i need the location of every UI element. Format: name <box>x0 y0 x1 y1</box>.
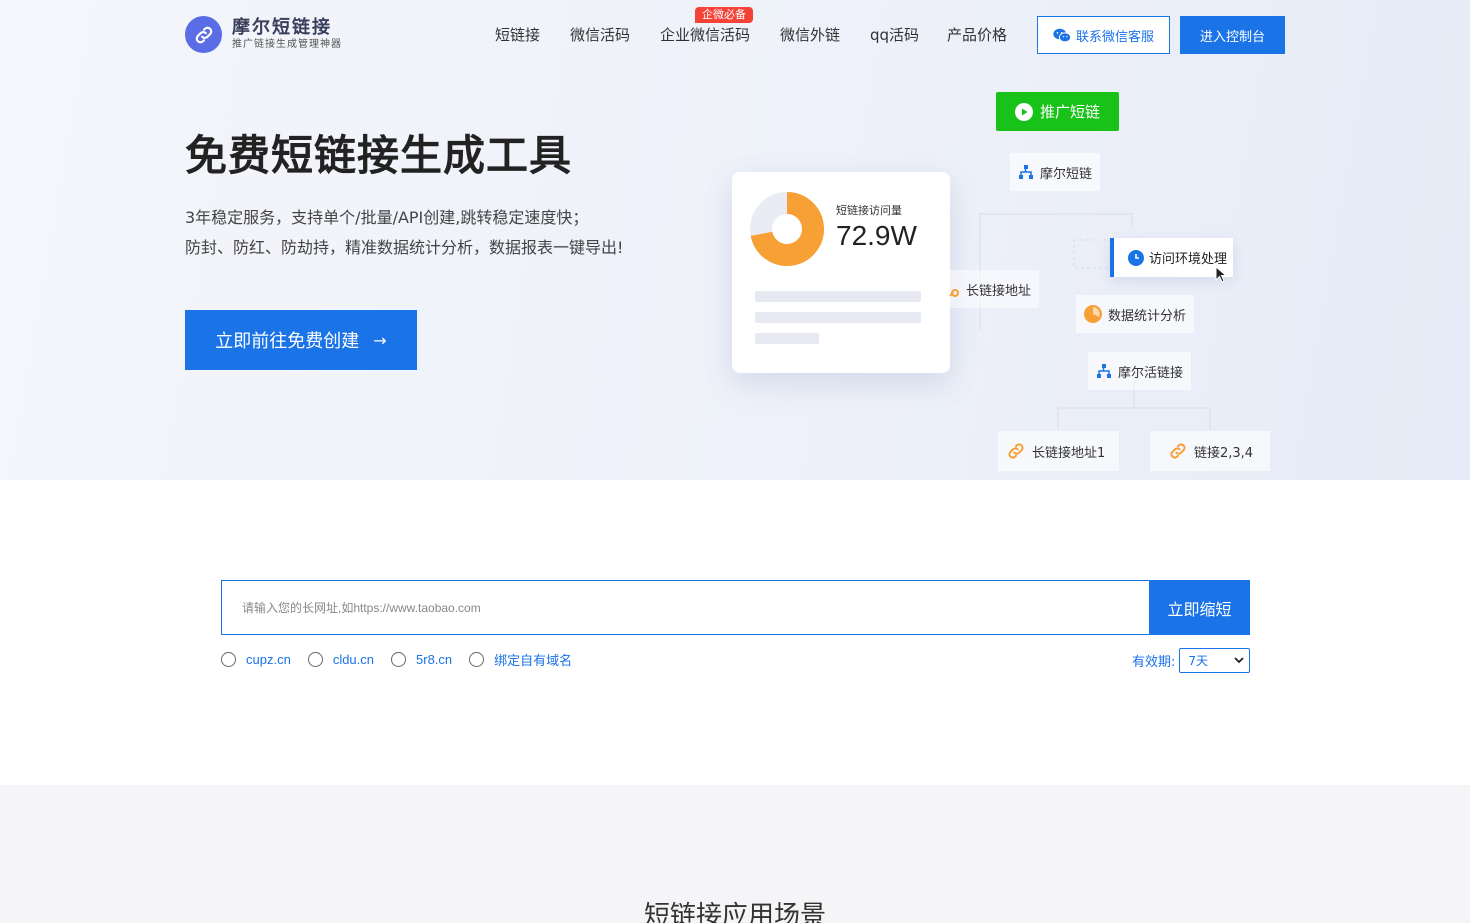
validity-label: 有效期: <box>1132 655 1176 670</box>
arrow-right-icon: → <box>373 330 387 350</box>
chevron-down-icon <box>1234 657 1245 664</box>
nav-wechat-external-link[interactable]: 微信外链 <box>780 24 840 45</box>
wechat-icon <box>1053 28 1071 42</box>
tag-env-label: 访问环境处理 <box>1149 252 1228 267</box>
tag-moer-short-label: 摩尔短链 <box>1040 166 1093 182</box>
pie-chart-icon <box>1084 305 1102 323</box>
domain-option-custom[interactable]: 绑定自有域名 <box>469 650 572 669</box>
hero-title: 免费短链接生成工具 <box>185 131 573 180</box>
domain-label: 5r8.cn <box>416 652 453 667</box>
tag-links-label: 链接2,3,4 <box>1194 445 1254 461</box>
domain-option-cldu[interactable]: cldu.cn <box>307 652 375 667</box>
hero-description: 3年稳定服务，支持单个/批量/API创建,跳转稳定速度快； 防封、防红、防劫持，… <box>185 203 623 263</box>
tag-long1-label: 长链接地址1 <box>1032 445 1106 461</box>
visit-stats-card: 短链接访问量 72.9W <box>732 172 950 373</box>
domain-option-5r8[interactable]: 5r8.cn <box>391 652 452 667</box>
logo-title: 摩尔短链接 <box>232 16 332 38</box>
mouse-cursor-icon <box>1215 266 1227 283</box>
validity-control: 有效期: 7天 <box>1132 648 1251 673</box>
play-icon <box>1014 102 1033 121</box>
sitemap-icon <box>1097 364 1111 378</box>
tag-promote-shortlink: 推广短链 <box>996 92 1119 131</box>
domain-options: cupz.cn cldu.cn 5r8.cn 绑定自有域名 <box>221 650 589 669</box>
tag-links-234: 链接2,3,4 <box>1150 431 1270 471</box>
validity-select[interactable]: 7天 <box>1179 648 1251 673</box>
card-label: 短链接访问量 <box>836 204 902 217</box>
tag-moer-live-label: 摩尔活链接 <box>1118 365 1184 381</box>
nav-short-link[interactable]: 短链接 <box>495 24 540 45</box>
long-url-input[interactable] <box>221 580 1150 635</box>
tag-data-stats: 数据统计分析 <box>1076 295 1195 333</box>
nav-enterprise-wechat-livecode[interactable]: 企业微信活码 <box>660 24 750 45</box>
shorten-form: 立即缩短 <box>221 580 1250 635</box>
tag-long-link: 长链接地址 <box>940 270 1040 308</box>
hero-section: 摩尔短链接 推广链接生成管理神器 短链接 微信活码 企业微信活码 微信外链 qq… <box>0 0 1470 480</box>
console-button[interactable]: 进入控制台 <box>1180 16 1285 54</box>
create-free-button[interactable]: 立即前往免费创建 → <box>185 310 417 370</box>
tag-long-label: 长链接地址 <box>966 283 1032 299</box>
domain-radio[interactable] <box>307 652 323 667</box>
nav-pricing[interactable]: 产品价格 <box>947 24 1007 45</box>
domain-radio[interactable] <box>469 652 485 667</box>
tag-moer-shortlink: 摩尔短链 <box>1010 153 1101 191</box>
nav-qq-livecode[interactable]: qq活码 <box>870 24 919 45</box>
tag-moer-livelink: 摩尔活链接 <box>1088 352 1192 390</box>
link-icon <box>949 289 960 297</box>
validity-value: 7天 <box>1188 654 1209 668</box>
donut-chart <box>750 192 824 266</box>
clock-icon <box>1128 249 1144 266</box>
domain-label: cldu.cn <box>332 652 375 667</box>
create-free-label: 立即前往免费创建 <box>215 331 360 352</box>
hero-desc-line-1: 3年稳定服务，支持单个/批量/API创建,跳转稳定速度快； <box>185 208 589 227</box>
domain-label: cupz.cn <box>246 652 291 667</box>
tag-promote-label: 推广短链 <box>1039 103 1100 121</box>
logo[interactable]: 摩尔短链接 推广链接生成管理神器 <box>185 16 342 53</box>
shorten-button[interactable]: 立即缩短 <box>1149 580 1250 635</box>
wechat-support-label: 联系微信客服 <box>1075 29 1154 45</box>
domain-radio[interactable] <box>221 652 236 667</box>
tag-long-link-1: 长链接地址1 <box>998 431 1119 471</box>
sitemap-icon <box>1019 165 1033 179</box>
tag-stats-label: 数据统计分析 <box>1108 308 1187 324</box>
link-icon <box>1008 443 1024 459</box>
nav-badge: 企微必备 <box>695 7 753 23</box>
skeleton-bar <box>755 291 921 302</box>
card-value: 72.9W <box>836 220 917 251</box>
domain-radio[interactable] <box>391 652 407 667</box>
nav-wechat-livecode[interactable]: 微信活码 <box>570 24 630 45</box>
link-icon <box>1170 443 1186 459</box>
domain-label: 绑定自有域名 <box>494 653 573 668</box>
scenes-title: 短链接应用场景 <box>643 901 826 923</box>
link-logo-icon <box>185 16 222 53</box>
domain-option-cupz[interactable]: cupz.cn <box>221 652 291 667</box>
wechat-support-button[interactable]: 联系微信客服 <box>1037 16 1170 54</box>
skeleton-bar <box>755 312 921 323</box>
hero-desc-line-2: 防封、防红、防劫持，精准数据统计分析，数据报表一键导出! <box>185 238 624 257</box>
logo-subtitle: 推广链接生成管理神器 <box>232 38 342 50</box>
scenes-section: 短链接应用场景 <box>0 785 1470 923</box>
skeleton-bar <box>755 333 819 344</box>
